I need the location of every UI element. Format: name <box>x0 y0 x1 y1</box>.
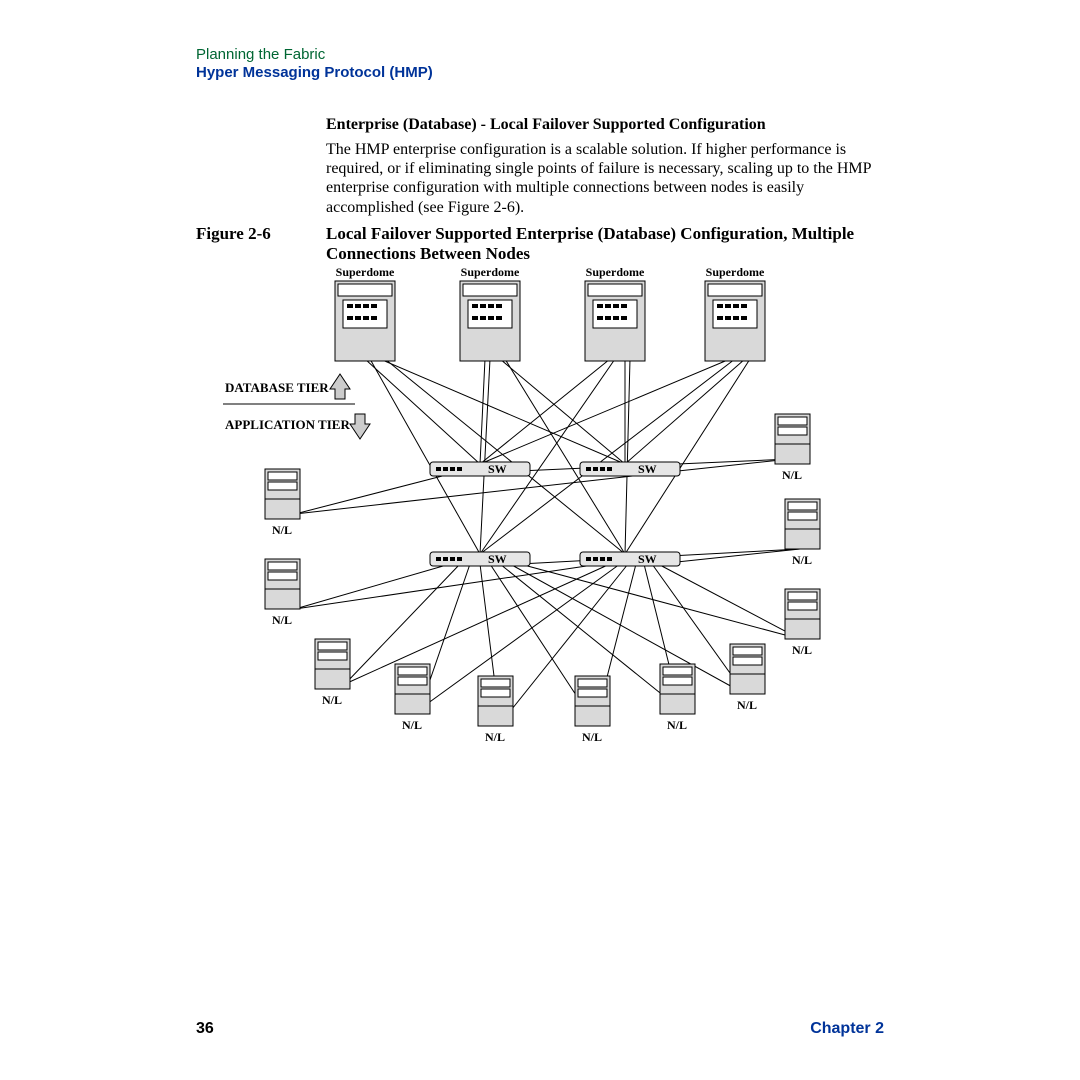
switch-label: SW <box>488 552 507 566</box>
database-tier-label: DATABASE TIER <box>225 380 329 395</box>
node-label: N/L <box>402 718 422 732</box>
header-section: Planning the Fabric <box>196 46 325 63</box>
page: Planning the Fabric Hyper Messaging Prot… <box>0 0 1080 1080</box>
node-label: N/L <box>792 643 812 657</box>
header-subsection: Hyper Messaging Protocol (HMP) <box>196 64 433 81</box>
switch-label: SW <box>488 462 507 476</box>
up-arrow-icon <box>330 374 350 399</box>
application-tier-label: APPLICATION TIER <box>225 417 350 432</box>
superdome-group: Superdome Superdome Superdome Superdome <box>335 265 765 361</box>
figure-diagram: Superdome Superdome Superdome Superdome … <box>220 264 860 774</box>
node-label: N/L <box>782 468 802 482</box>
switch-label: SW <box>638 462 657 476</box>
figure-title: Local Failover Supported Enterprise (Dat… <box>326 224 886 265</box>
body-paragraph: The HMP enterprise configuration is a sc… <box>326 140 886 217</box>
node-label: N/L <box>272 523 292 537</box>
chapter-label: Chapter 2 <box>810 1020 884 1038</box>
node-label: N/L <box>272 613 292 627</box>
node-label: N/L <box>322 693 342 707</box>
node-label: N/L <box>737 698 757 712</box>
superdome-label: Superdome <box>461 265 520 279</box>
node-label: N/L <box>667 718 687 732</box>
figure-label: Figure 2-6 <box>196 224 271 244</box>
page-number: 36 <box>196 1020 214 1038</box>
node-label: N/L <box>485 730 505 744</box>
superdome-label: Superdome <box>336 265 395 279</box>
down-arrow-icon <box>350 414 370 439</box>
superdome-label: Superdome <box>586 265 645 279</box>
switch-label: SW <box>638 552 657 566</box>
superdome-label: Superdome <box>706 265 765 279</box>
section-title: Enterprise (Database) - Local Failover S… <box>326 116 886 134</box>
node-label: N/L <box>792 553 812 567</box>
node-label: N/L <box>582 730 602 744</box>
